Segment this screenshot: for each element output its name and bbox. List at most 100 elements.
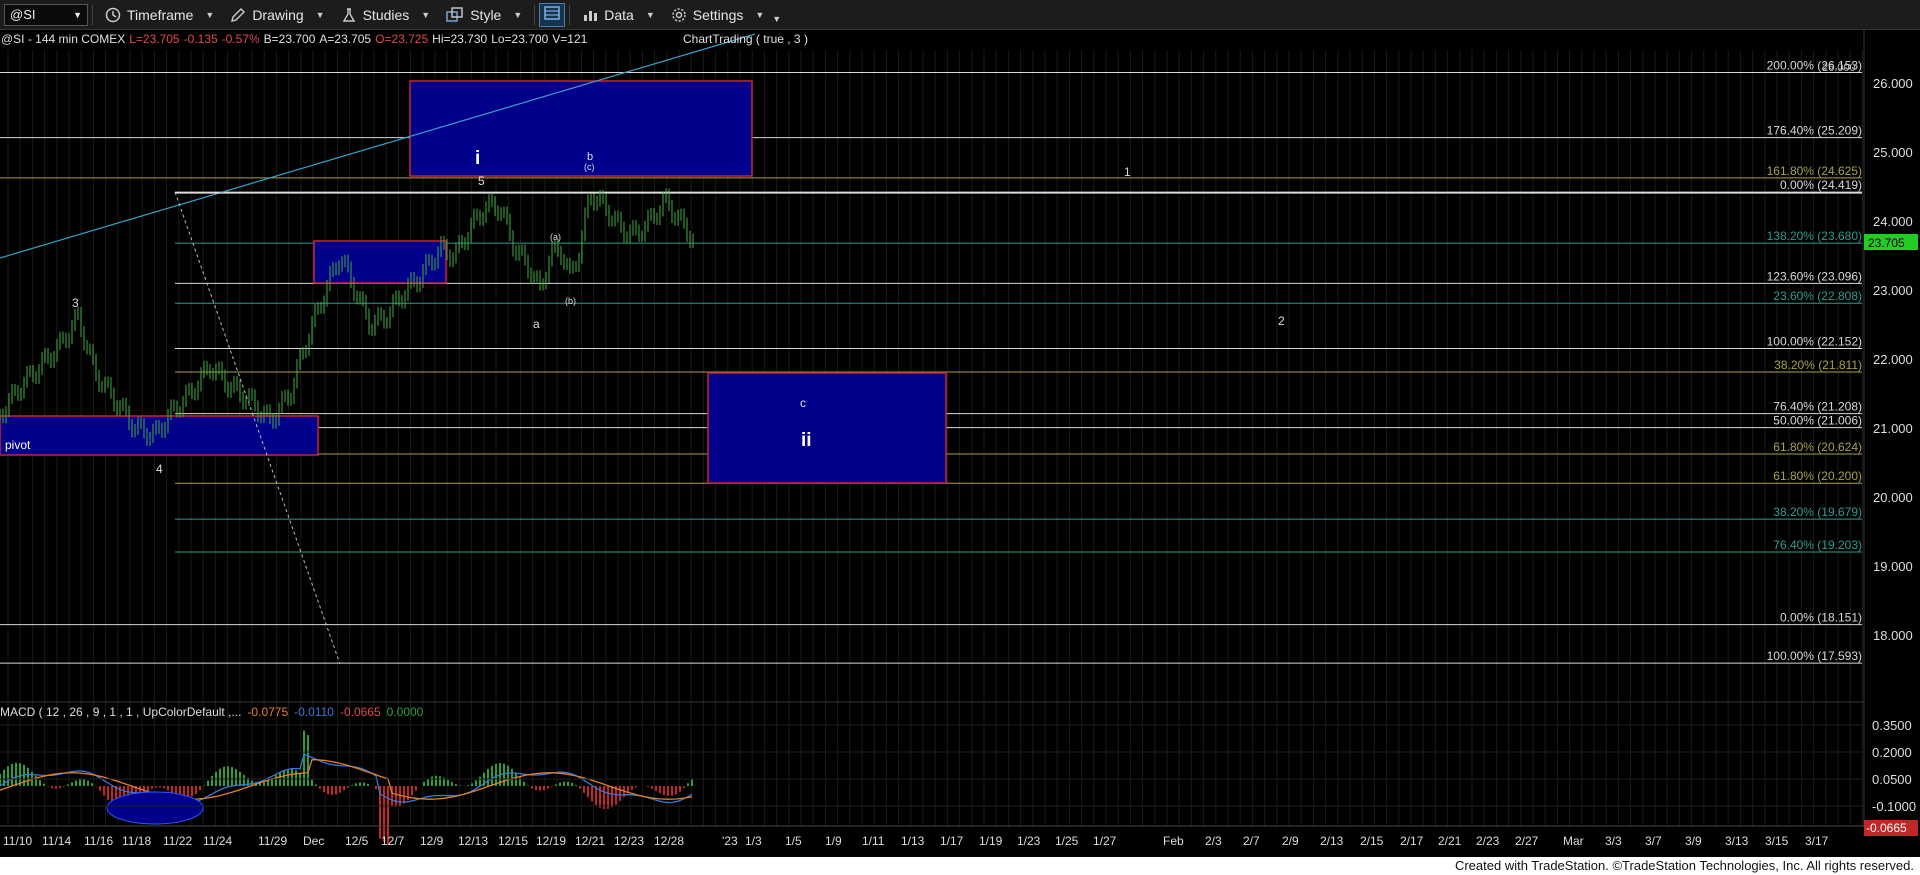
date-tick-label: 12/15	[498, 834, 528, 848]
date-tick-label: 2/27	[1515, 834, 1539, 848]
date-tick-label: 3/9	[1685, 834, 1702, 848]
date-tick-label: Dec	[303, 834, 324, 848]
wave-label-a-paren: (a)	[550, 232, 561, 242]
date-tick-label: 12/9	[420, 834, 444, 848]
macd-value-4: 0.0000	[387, 705, 424, 719]
wave-label-i: i	[475, 148, 480, 169]
chevron-down-icon: ▼	[205, 9, 215, 20]
date-tick-label: 11/16	[84, 834, 113, 848]
date-tick-label: Feb	[1163, 834, 1184, 848]
chevron-down-icon: ▼	[315, 9, 325, 20]
macd-highlight-ellipse[interactable]	[106, 791, 204, 825]
studies-label: Studies	[362, 6, 410, 23]
date-tick-label: 1/17	[940, 834, 964, 848]
toolbar-divider	[92, 4, 93, 25]
fib-label: 100.00% (17.593)	[1767, 649, 1862, 663]
date-tick-label: 1/5	[785, 834, 802, 848]
price-tick-label: 18.000	[1873, 628, 1913, 643]
chevron-down-icon: ▼	[755, 9, 765, 20]
studies-button[interactable]: Studies ▼	[333, 0, 439, 30]
date-tick-label: 11/22	[163, 834, 192, 848]
fib-label: 123.60% (23.096)	[1767, 269, 1862, 283]
layout-icon	[544, 6, 560, 23]
drawing-button[interactable]: Drawing ▼	[222, 0, 332, 30]
fib-label: 100.00% (22.152)	[1767, 335, 1862, 349]
macd-value-2: -0.0110	[294, 705, 334, 719]
style-button[interactable]: Style ▼	[438, 0, 530, 30]
data-label: Data	[604, 6, 634, 23]
date-tick-label: 1/19	[979, 834, 1003, 848]
toolbar: @SI ▼ Timeframe ▼ Drawing ▼ Studies ▼ St…	[0, 0, 1920, 30]
fib-label: 50.00% (21.006)	[1773, 414, 1862, 428]
fib-label: 38.20% (19.679)	[1773, 505, 1862, 519]
wave-i-target-box[interactable]	[409, 80, 753, 177]
macd-current-label: -0.0665	[1866, 821, 1907, 835]
symbol-input[interactable]: @SI ▼	[4, 3, 88, 26]
date-tick-label: 3/17	[1805, 834, 1829, 848]
net-change: -0.135	[184, 32, 218, 46]
wave-ii-target-box[interactable]	[707, 372, 947, 484]
chart-area[interactable]: 3 4 pivot i 5 b (c) (a) (b) a 1 2 c ii 2…	[0, 30, 1920, 857]
low-price: Lo=23.700	[491, 32, 548, 46]
date-tick-label: 2/23	[1476, 834, 1500, 848]
gear-icon	[671, 7, 687, 23]
date-tick-label: 1/9	[825, 834, 842, 848]
timeframe-button[interactable]: Timeframe ▼	[97, 0, 222, 30]
date-tick-label: 2/9	[1282, 834, 1299, 848]
price-tick-label: 24.000	[1873, 214, 1913, 229]
timeframe-label: Timeframe	[127, 6, 194, 23]
fib-label: 76.40% (21.208)	[1773, 400, 1862, 414]
macd-value-3: -0.0665	[340, 705, 381, 719]
price-tick-label: 20.000	[1873, 490, 1913, 505]
date-tick-label: 11/10	[3, 834, 32, 848]
chevron-down-icon: ▼	[645, 9, 655, 20]
svg-text:@SI - 144 min COMEXL=23.705-0: @SI - 144 min COMEX L=23.705 -0.135 -0.57% B…	[1, 32, 588, 46]
toolbar-divider	[569, 4, 571, 25]
data-button[interactable]: Data ▼	[574, 0, 663, 30]
date-tick-label: 1/25	[1055, 834, 1079, 848]
date-tick-label: 3/13	[1725, 834, 1749, 848]
pivot-label: pivot	[5, 438, 31, 452]
date-tick-label: 3/3	[1605, 834, 1622, 848]
price-tick-label: 25.000	[1873, 145, 1913, 160]
price-tick-label: 26.000	[1873, 76, 1913, 91]
date-tick-label: 12/7	[381, 834, 405, 848]
date-tick-label: 12/19	[536, 834, 566, 848]
wave-label-2: 2	[1278, 314, 1285, 328]
date-tick-label: 11/29	[258, 834, 287, 848]
drawing-label: Drawing	[252, 6, 304, 23]
settings-button[interactable]: Settings ▼	[663, 0, 773, 30]
chevron-down-icon: ▼	[421, 9, 431, 20]
date-tick-label: 12/13	[458, 834, 488, 848]
layout-toggle-button[interactable]	[539, 2, 566, 27]
date-tick-label: 11/18	[122, 834, 151, 848]
wave-label-4: 4	[156, 462, 163, 476]
macd-legend: MACD ( 12 , 26 , 9 , 1 , 1 , UpColorDefa…	[0, 705, 424, 719]
style-icon	[446, 6, 464, 23]
date-tick-label: 1/23	[1017, 834, 1041, 848]
date-tick-label: Mar	[1563, 834, 1584, 848]
price-tick-label: 21.000	[1873, 421, 1913, 436]
date-tick-label: '23	[722, 834, 738, 848]
fib-label: 23.60% (22.808)	[1773, 289, 1862, 303]
fib-label: 61.80% (20.624)	[1773, 440, 1862, 454]
date-tick-label: 1/3	[745, 834, 762, 848]
macd-label: MACD ( 12 , 26 , 9 , 1 , 1 , UpColorDefa…	[0, 705, 241, 719]
symbol-info: @SI - 144 min COMEX	[1, 32, 125, 46]
macd-tick-label: 0.0500	[1872, 772, 1912, 787]
price-tick-label: 23.000	[1873, 283, 1913, 298]
fib-label: 176.40% (25.209)	[1767, 124, 1862, 138]
chevron-down-icon: ▼	[513, 9, 523, 20]
date-tick-label: 12/23	[614, 834, 644, 848]
footer-copyright: Created with TradeStation. ©TradeStation…	[0, 857, 1920, 875]
fib-label: 200.00% (26.153)	[1767, 58, 1862, 72]
toolbar-overflow-icon[interactable]: ▼	[772, 14, 781, 24]
date-tick-label: 11/24	[203, 834, 232, 848]
wave-label-c: c	[800, 396, 806, 410]
date-tick-label: 2/17	[1400, 834, 1424, 848]
fib-label: 76.40% (19.203)	[1773, 538, 1862, 552]
current-price-label: 23.705	[1868, 236, 1905, 250]
date-tick-label: 1/27	[1093, 834, 1117, 848]
date-tick-label: 12/28	[654, 834, 684, 848]
wave-label-1: 1	[1124, 165, 1131, 179]
